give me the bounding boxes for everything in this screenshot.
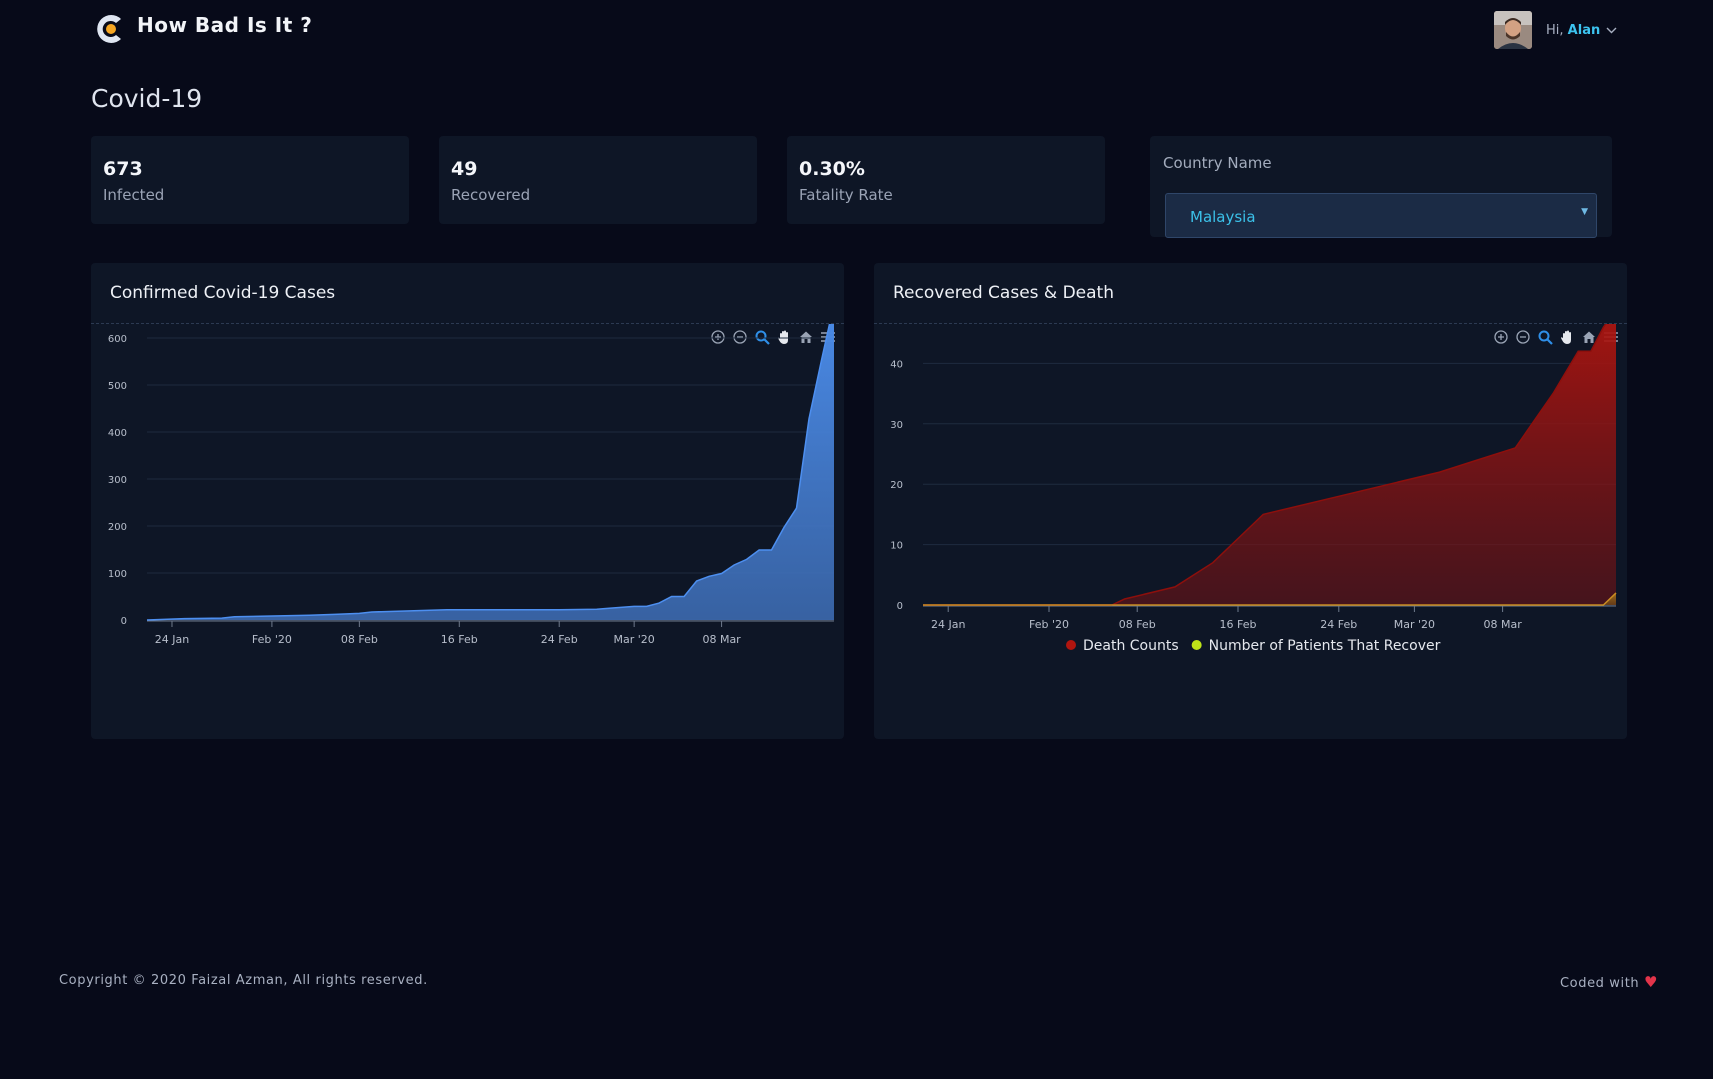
infected-label: Infected: [103, 186, 165, 204]
brand-name[interactable]: How Bad Is It ?: [137, 13, 312, 37]
recovered-card: 49 Recovered: [439, 136, 757, 224]
x-tick-label: 24 Jan: [155, 633, 189, 646]
y-tick-label: 600: [108, 334, 127, 345]
x-tick-label: 08 Feb: [1119, 618, 1156, 631]
recovered-death-chart-card: Recovered Cases & Death 0102030405024 Ja…: [874, 263, 1627, 739]
chart-title: Confirmed Covid-19 Cases: [110, 283, 336, 303]
legend-label[interactable]: Number of Patients That Recover: [1209, 638, 1441, 654]
avatar[interactable]: [1494, 11, 1532, 49]
x-tick-label: 16 Feb: [1220, 618, 1257, 631]
recovered-death-chart: 0102030405024 JanFeb '2008 Feb16 Feb24 F…: [890, 324, 1617, 654]
x-tick-label: 08 Mar: [1483, 618, 1522, 631]
fatality-card: 0.30% Fatality Rate: [787, 136, 1105, 224]
country-label: Country Name: [1163, 154, 1272, 172]
fatality-label: Fatality Rate: [799, 186, 893, 204]
confirmed-cases-chart-card: Confirmed Covid-19 Cases 0 100 200 300 400 50…: [91, 263, 844, 739]
heart-icon: ♥: [1643, 973, 1659, 991]
y-tick-label: 10: [890, 541, 903, 552]
legend-label[interactable]: Death Counts: [1083, 638, 1179, 654]
plot-area: 010020030040050060070024 JanFeb '2008 Fe…: [108, 324, 834, 646]
series-area-0: [147, 324, 834, 620]
x-tick-label: Mar '20: [1394, 618, 1435, 631]
x-tick-label: Mar '20: [614, 633, 655, 646]
x-tick-label: 08 Mar: [702, 633, 741, 646]
x-tick-label: Feb '20: [252, 633, 292, 646]
y-tick-label: 500: [108, 381, 127, 392]
coded-with-text: Coded with: [1560, 976, 1640, 991]
y-tick-label: 30: [890, 420, 903, 431]
y-tick-label: 400: [108, 428, 127, 439]
x-tick-label: 24 Feb: [1320, 618, 1357, 631]
country-select[interactable]: Malaysia ▼: [1165, 193, 1597, 238]
dropdown-arrow-icon[interactable]: ▼: [1581, 207, 1588, 217]
legend-marker[interactable]: [1191, 640, 1202, 650]
y-tick-label: 100: [108, 569, 127, 580]
page-title: Covid-19: [91, 84, 203, 113]
greeting-text: Hi,: [1546, 22, 1564, 38]
country-selected-value: Malaysia: [1190, 208, 1256, 226]
y-tick-label: 0: [897, 601, 903, 612]
chevron-down-icon[interactable]: [1606, 23, 1617, 37]
x-tick-label: 24 Jan: [931, 618, 965, 631]
country-card: Country Name Malaysia ▼: [1150, 136, 1612, 238]
user-name: Alan: [1567, 22, 1601, 38]
footer-credit: Coded with ♥: [1560, 973, 1658, 991]
x-tick-label: Feb '20: [1029, 618, 1069, 631]
confirmed-cases-chart: 010020030040050060070024 JanFeb '2008 Fe…: [108, 324, 834, 646]
user-greeting: Hi, Alan: [1546, 23, 1600, 38]
fatality-value: 0.30%: [799, 158, 865, 180]
x-tick-label: 24 Feb: [541, 633, 578, 646]
plot-area: 0102030405024 JanFeb '2008 Feb16 Feb24 F…: [890, 324, 1617, 654]
y-tick-label: 300: [108, 475, 127, 486]
y-tick-label: 40: [890, 359, 903, 370]
top-bar: How Bad Is It ? Hi, Alan: [0, 0, 1713, 60]
user-menu[interactable]: Hi, Alan: [1494, 11, 1617, 49]
infected-card: 673 Infected: [91, 136, 409, 224]
logo-icon[interactable]: [94, 10, 128, 48]
series-area-0: [923, 324, 1616, 605]
x-tick-label: 08 Feb: [341, 633, 378, 646]
chart-title: Recovered Cases & Death: [893, 283, 1114, 303]
legend-marker[interactable]: [1066, 640, 1076, 650]
recovered-value: 49: [451, 158, 478, 180]
recovered-label: Recovered: [451, 186, 531, 204]
infected-value: 673: [103, 158, 143, 180]
y-tick-label: 200: [108, 522, 127, 533]
footer-copyright: Copyright © 2020 Faizal Azman, All right…: [59, 973, 428, 988]
y-tick-label: 0: [121, 616, 127, 627]
y-tick-label: 20: [890, 480, 903, 491]
x-tick-label: 16 Feb: [441, 633, 478, 646]
